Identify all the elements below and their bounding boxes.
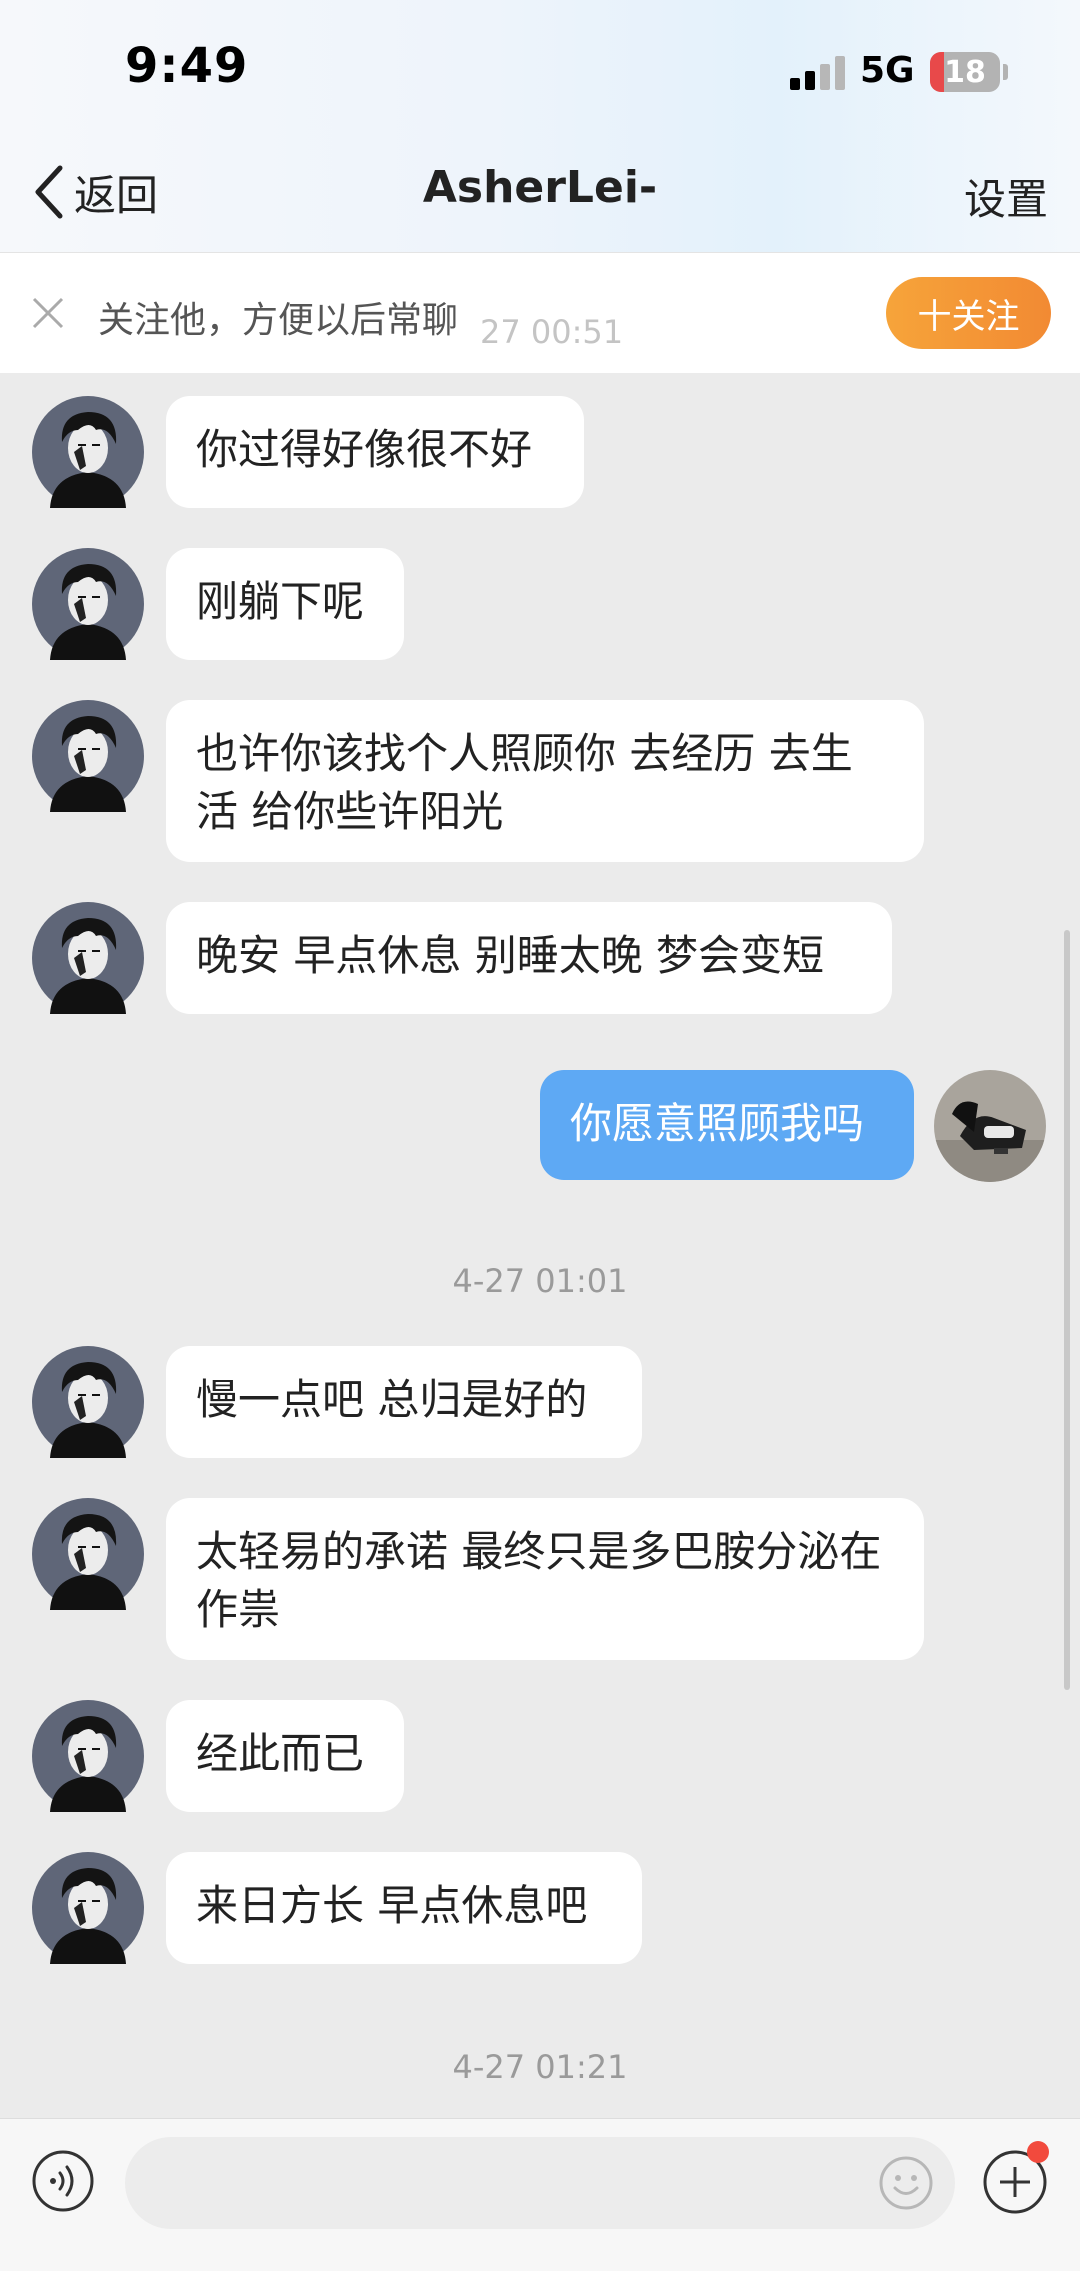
message-bubble[interactable]: 太轻易的承诺 最终只是多巴胺分泌在作祟 — [166, 1498, 924, 1660]
timestamp: 4-27 01:21 — [452, 2048, 628, 2086]
battery-tip — [1003, 64, 1008, 80]
message-bubble[interactable]: 也许你该找个人照顾你 去经历 去生活 给你些许阳光 — [166, 700, 924, 862]
top-bar: 9:49 5G 18 返回 AsherLei- 设置 — [0, 0, 1080, 252]
message-bubble[interactable]: 你过得好像很不好 — [166, 396, 584, 508]
emoji-icon[interactable] — [878, 2155, 934, 2211]
signal-icon — [790, 56, 846, 90]
follow-button[interactable]: 十关注 — [886, 277, 1051, 349]
notification-dot — [1027, 2141, 1049, 2163]
chat-title: AsherLei- — [422, 162, 658, 213]
contact-avatar[interactable] — [32, 1852, 144, 1964]
follow-prompt-text: 关注他，方便以后常聊 — [98, 300, 459, 341]
voice-icon[interactable] — [31, 2149, 95, 2213]
follow-prompt-bar: 27 00:51 关注他，方便以后常聊 十关注 — [0, 252, 1080, 373]
message-bubble-outgoing[interactable]: 你愿意照顾我吗 — [540, 1070, 914, 1180]
message-bubble[interactable]: 慢一点吧 总归是好的 — [166, 1346, 642, 1458]
status-time: 9:49 — [125, 38, 249, 94]
message-bubble[interactable]: 来日方长 早点休息吧 — [166, 1852, 642, 1964]
input-bar — [0, 2118, 1080, 2271]
close-icon[interactable] — [30, 295, 66, 331]
contact-avatar[interactable] — [32, 700, 144, 812]
message-bubble[interactable]: 刚躺下呢 — [166, 548, 404, 660]
message-bubble[interactable]: 晚安 早点休息 别睡太晚 梦会变短 — [166, 902, 892, 1014]
contact-avatar[interactable] — [32, 1498, 144, 1610]
contact-avatar[interactable] — [32, 902, 144, 1014]
contact-avatar[interactable] — [32, 396, 144, 508]
contact-avatar[interactable] — [32, 548, 144, 660]
hidden-timestamp: 27 00:51 — [480, 313, 624, 351]
network-type: 5G — [860, 50, 915, 91]
contact-avatar[interactable] — [32, 1700, 144, 1812]
settings-button[interactable]: 设置 — [964, 166, 1048, 227]
battery-level: 18 — [944, 55, 986, 90]
scrollbar[interactable] — [1064, 930, 1070, 1690]
message-bubble[interactable]: 经此而已 — [166, 1700, 404, 1812]
timestamp: 4-27 01:01 — [452, 1262, 628, 1300]
my-avatar[interactable] — [934, 1070, 1046, 1182]
battery-icon: 18 — [930, 52, 1000, 92]
message-input[interactable] — [125, 2137, 955, 2229]
contact-avatar[interactable] — [32, 1346, 144, 1458]
